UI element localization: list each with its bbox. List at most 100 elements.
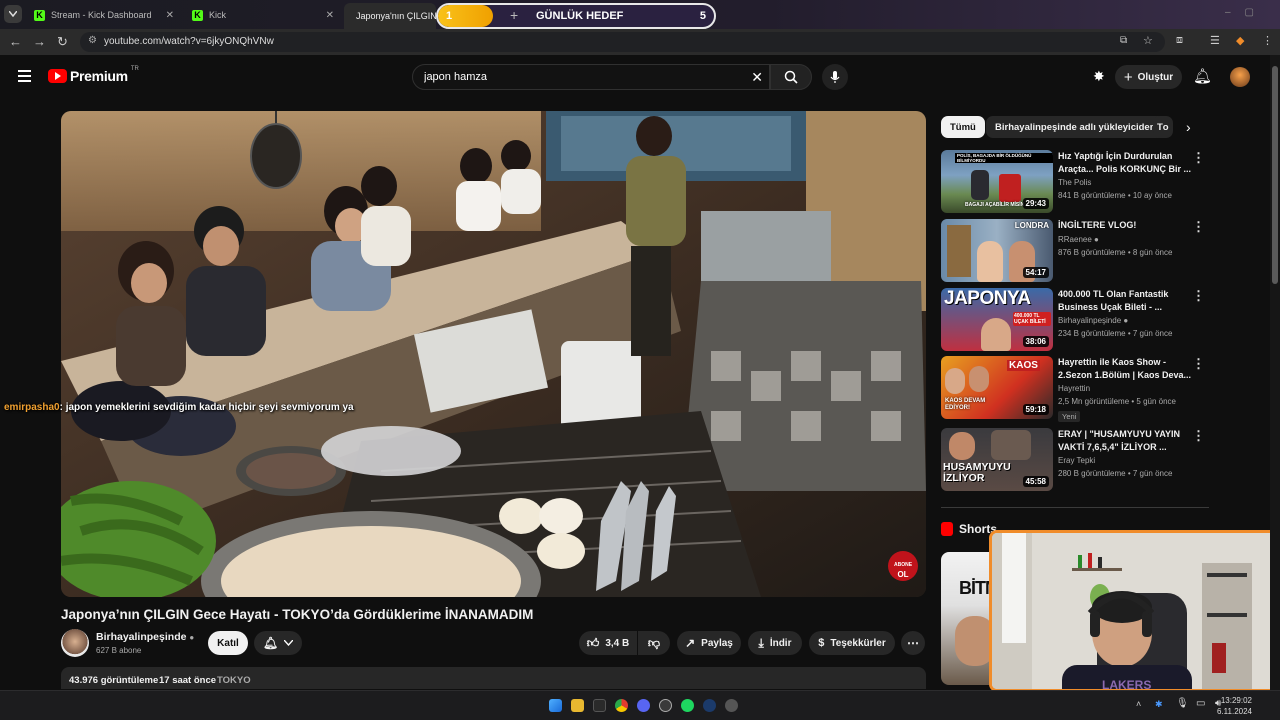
create-button[interactable]: + Oluştur bbox=[1115, 65, 1182, 89]
terminal-icon[interactable] bbox=[593, 699, 606, 712]
create-label: Oluştur bbox=[1137, 71, 1174, 83]
channel-name[interactable]: Birhayalinpeşinde ● bbox=[96, 631, 194, 643]
close-icon[interactable]: ✕ bbox=[166, 10, 174, 21]
thumb-caption: KAOS bbox=[1007, 360, 1040, 371]
extensions-icon[interactable]: ⧈ bbox=[1176, 34, 1183, 47]
network-icon[interactable]: ▭ bbox=[1196, 698, 1205, 709]
file-explorer-icon[interactable] bbox=[571, 699, 584, 712]
thanks-button[interactable]: $ Teşekkürler bbox=[809, 631, 895, 655]
recommendation-meta: 234 B görüntüleme • 7 gün önce bbox=[1058, 329, 1173, 338]
subscription-bell-button[interactable]: 🔔︎ bbox=[254, 631, 302, 655]
start-windows-icon[interactable] bbox=[549, 699, 562, 712]
chevron-down-icon bbox=[9, 11, 17, 17]
duration-badge: 45:58 bbox=[1022, 476, 1049, 487]
dislike-button[interactable]: 👎︎ bbox=[638, 631, 670, 655]
obs-icon[interactable] bbox=[659, 699, 672, 712]
search-box[interactable]: ✕ bbox=[412, 64, 770, 90]
more-actions-button[interactable]: ⋯ bbox=[901, 631, 925, 655]
short-thumbnail[interactable]: BİTM bbox=[941, 552, 989, 685]
recommendation-channel: The Polis bbox=[1058, 178, 1092, 187]
back-icon[interactable]: ← bbox=[9, 34, 22, 49]
share-button[interactable]: ↗ Paylaş bbox=[677, 631, 741, 655]
premium-sparkle-icon[interactable]: ✸ bbox=[1093, 68, 1105, 85]
install-icon[interactable]: ⧉ bbox=[1120, 35, 1127, 46]
system-clock[interactable]: 13:29:02 6.11.2024 bbox=[1217, 695, 1252, 717]
hamburger-menu-icon[interactable] bbox=[18, 70, 31, 82]
recommendation-item[interactable]: HUSAMYUYU İZLİYOR 45:58 ERAY | "HUSAMYUY… bbox=[941, 428, 1209, 492]
browser-tab-kick[interactable]: K Kick ✕ bbox=[186, 4, 340, 26]
avatar[interactable] bbox=[1230, 67, 1250, 87]
thumb-caption: 400.000 TL UÇAK BİLETİ bbox=[1013, 312, 1051, 326]
extension-fox-icon[interactable]: ◆ bbox=[1236, 34, 1244, 47]
recommendation-title: ERAY | "HUSAMYUYU YAYIN VAKTİ 7,6,5,4" İ… bbox=[1058, 429, 1180, 452]
more-vertical-icon[interactable]: ⋮ bbox=[1192, 150, 1205, 166]
chat-overlay-message: emirpasha0: japon yemeklerini sevdiğim k… bbox=[4, 402, 354, 413]
browser-toolbar: ← → ↻ ⚙ youtube.com/watch?v=6jkyONQhVNw … bbox=[0, 29, 1280, 55]
clear-search-icon[interactable]: ✕ bbox=[751, 69, 763, 86]
chrome-icon[interactable] bbox=[615, 699, 628, 712]
more-vertical-icon[interactable]: ⋮ bbox=[1192, 356, 1205, 372]
join-button[interactable]: Katıl bbox=[208, 631, 248, 655]
view-count: 43.976 görüntüleme bbox=[69, 675, 159, 686]
thumb-caption: HUSAMYUYU İZLİYOR bbox=[943, 461, 1011, 484]
duration-badge: 59:18 bbox=[1022, 404, 1049, 415]
more-vertical-icon[interactable]: ⋮ bbox=[1192, 288, 1205, 304]
site-info-icon[interactable]: ⚙ bbox=[88, 35, 97, 46]
address-bar[interactable]: ⚙ youtube.com/watch?v=6jkyONQhVNw ⧉ ☆ bbox=[80, 32, 1165, 52]
spotify-icon[interactable] bbox=[681, 699, 694, 712]
microphone-icon bbox=[830, 71, 840, 83]
page-scrollbar-thumb[interactable] bbox=[1272, 66, 1278, 284]
browser-tab-youtube[interactable]: Japonya'nın ÇILGIN bbox=[344, 3, 437, 29]
download-button[interactable]: ⤓ İndir bbox=[748, 631, 802, 655]
chevron-right-icon[interactable]: › bbox=[1186, 119, 1191, 135]
search-input[interactable] bbox=[424, 71, 744, 83]
bluetooth-icon[interactable]: ✱ bbox=[1155, 699, 1163, 710]
close-icon[interactable]: ✕ bbox=[326, 10, 334, 21]
minimize-icon[interactable]: – bbox=[1225, 7, 1245, 18]
youtube-play-icon bbox=[48, 69, 67, 83]
video-player[interactable]: ABONE OL bbox=[61, 111, 926, 597]
more-vertical-icon[interactable]: ⋮ bbox=[1192, 428, 1205, 444]
notifications-bell-icon[interactable]: 🔔︎ bbox=[1193, 67, 1212, 85]
add-icon: + bbox=[510, 7, 519, 23]
voice-search-button[interactable] bbox=[822, 64, 848, 90]
recommendation-item[interactable]: LONDRA 54:17 İNGİLTERE VLOG! RRaenee ● 8… bbox=[941, 219, 1209, 283]
channel-avatar[interactable] bbox=[61, 629, 89, 657]
youtube-logo[interactable]: Premium TR bbox=[48, 66, 139, 84]
recommendation-item[interactable]: JAPONYA 400.000 TL UÇAK BİLETİ 38:06 400… bbox=[941, 288, 1209, 352]
playlist-icon[interactable]: ☰ bbox=[1210, 34, 1220, 47]
thumb-caption: LONDRA bbox=[1014, 221, 1049, 230]
daily-goal-widget: 1 + GÜNLÜK HEDEF 5 bbox=[436, 3, 716, 29]
maximize-icon[interactable]: ▢ bbox=[1245, 7, 1268, 18]
chat-username: emirpasha0 bbox=[4, 402, 60, 413]
tray-chevron-up-icon[interactable]: ˄ bbox=[1136, 699, 1141, 709]
microphone-icon[interactable]: 🎙︎ bbox=[1176, 698, 1189, 709]
verified-icon: ● bbox=[189, 633, 195, 642]
recommendation-item[interactable]: KAOS KAOS DEVAM EDİYOR! 59:18 Hayrettin … bbox=[941, 356, 1209, 422]
chip-more[interactable]: Tο bbox=[1153, 116, 1173, 138]
recommendation-meta: 280 B görüntüleme • 7 gün önce bbox=[1058, 469, 1173, 478]
chip-all[interactable]: Tümü bbox=[941, 116, 985, 138]
bell-icon: 🔔︎ bbox=[262, 636, 279, 650]
more-vertical-icon[interactable]: ⋮ bbox=[1192, 219, 1205, 235]
chip-from-uploader[interactable]: Birhayalinpeşinde adlı yükleyiciden bbox=[986, 116, 1165, 138]
description-box[interactable]: 43.976 görüntüleme 17 saat önce TOKYO bbox=[61, 667, 926, 689]
browser-tab-kick-dashboard[interactable]: K Stream - Kick Dashboard ✕ bbox=[28, 4, 180, 26]
forward-icon[interactable]: → bbox=[33, 34, 46, 49]
chevron-down-icon bbox=[284, 640, 294, 646]
like-button[interactable]: 👍︎ 3,4 B bbox=[579, 631, 637, 655]
browser-tab-strip: K Stream - Kick Dashboard ✕ K Kick ✕ Jap… bbox=[0, 0, 1280, 29]
browser-menu-icon[interactable]: ⋮ bbox=[1262, 34, 1273, 47]
settings-gear-icon[interactable] bbox=[725, 699, 738, 712]
tab-title: Stream - Kick Dashboard bbox=[51, 10, 152, 20]
recommendation-item[interactable]: POLİS, BAGAJDA BİR ÖLDÜĞÜNÜ BİLMİYORDU B… bbox=[941, 150, 1209, 214]
video-title: Japonya’nın ÇILGIN Gece Hayatı - TOKYO’d… bbox=[61, 607, 534, 622]
steam-icon[interactable] bbox=[703, 699, 716, 712]
duration-badge: 54:17 bbox=[1022, 267, 1049, 278]
recommendation-channel: Hayrettin bbox=[1058, 384, 1091, 393]
discord-icon[interactable] bbox=[637, 699, 650, 712]
search-button[interactable] bbox=[770, 64, 812, 90]
reload-icon[interactable]: ↻ bbox=[57, 34, 68, 50]
tab-list-button[interactable] bbox=[4, 5, 22, 23]
bookmark-star-icon[interactable]: ☆ bbox=[1143, 34, 1153, 47]
